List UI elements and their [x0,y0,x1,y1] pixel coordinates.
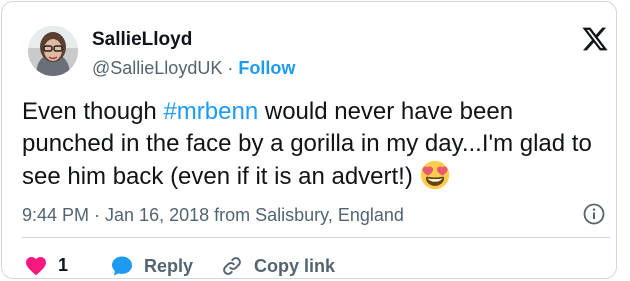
x-logo-icon[interactable] [581,25,609,53]
tweet-text: Even though #mrbenn would never have bee… [22,96,607,193]
user-handle[interactable]: @SallieLloydUK [92,58,222,78]
heart-icon [26,257,46,276]
reply-button[interactable]: Reply [110,254,193,278]
follow-button[interactable]: Follow [238,58,295,78]
separator: · [222,58,239,78]
reply-label: Reply [144,255,194,276]
avatar[interactable] [28,26,78,76]
avatar-image [28,26,78,76]
tweet-text-before: Even though [22,98,164,125]
heart-eyes-emoji-icon [420,160,449,190]
like-button[interactable]: 1 [24,254,68,276]
tweet-card: SallieLloyd @SallieLloydUK · Follow Even… [1,1,617,279]
like-count: 1 [58,254,69,275]
info-icon[interactable] [582,202,606,226]
handle-row: @SallieLloydUK · Follow [92,58,295,79]
hashtag-link[interactable]: #mrbenn [163,98,258,125]
tweet-timestamp[interactable]: 9:44 PM · Jan 16, 2018 from Salisbury, E… [22,205,404,226]
speech-bubble-icon [112,256,132,276]
display-name[interactable]: SallieLloyd [92,29,192,51]
divider [22,237,610,238]
copy-link-button[interactable]: Copy link [220,254,335,278]
copy-link-label: Copy link [254,255,336,276]
link-icon [223,257,241,275]
